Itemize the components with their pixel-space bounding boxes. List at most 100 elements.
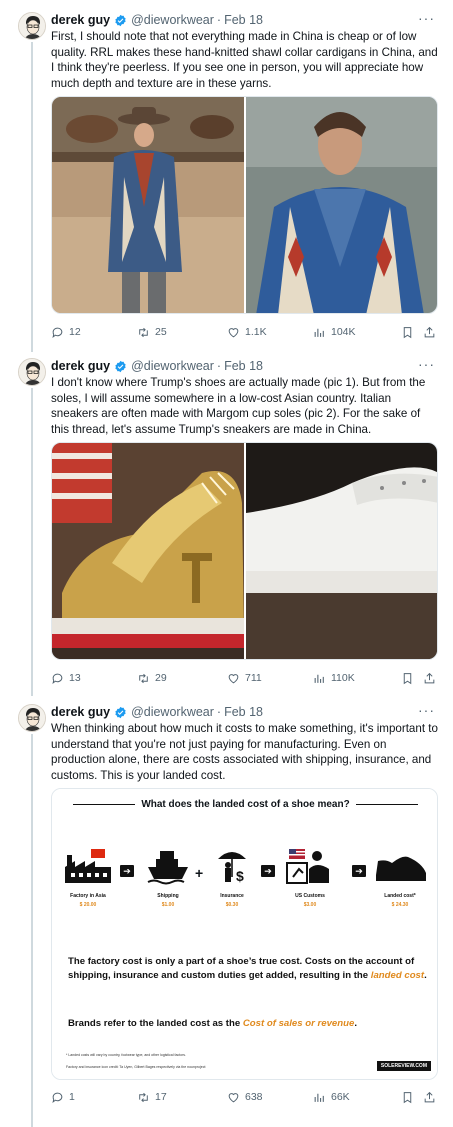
verified-badge-icon	[115, 706, 126, 718]
insurance-icon: $	[218, 852, 246, 884]
bookmark-button[interactable]	[401, 670, 414, 686]
infographic-paragraph-2: Brands refer to the landed cost as the C…	[68, 1017, 428, 1031]
source-tag: SOLEREVIEW.COM	[376, 1061, 431, 1071]
views-button[interactable]: 110K	[313, 670, 355, 686]
tweet-text: When thinking about how much it costs to…	[51, 722, 438, 782]
ship-icon	[147, 851, 188, 885]
reply-button[interactable]: 13	[51, 670, 81, 686]
stage-value: $ 24.30	[391, 902, 409, 908]
author-name[interactable]: derek guy	[51, 359, 110, 373]
reply-button[interactable]: 1	[51, 1089, 75, 1105]
views-icon	[314, 674, 324, 683]
retweet-icon	[139, 1092, 148, 1102]
para-highlight: landed cost	[370, 970, 425, 981]
avatar[interactable]	[18, 12, 46, 40]
para-text: The factory cost is only a part of a sho…	[68, 956, 415, 981]
author-name[interactable]: derek guy	[51, 705, 110, 719]
like-icon	[228, 1092, 239, 1102]
more-icon[interactable]: ···	[418, 11, 435, 25]
views-icon	[314, 1093, 324, 1102]
infographic-paragraph-1: The factory cost is only a part of a sho…	[68, 955, 428, 983]
stage-shipping: Shipping $1.00	[138, 847, 198, 908]
title-rule	[355, 803, 418, 805]
tweet-media[interactable]: What does the landed cost of a shoe mean…	[51, 788, 438, 1080]
views-button[interactable]: 104K	[313, 324, 356, 340]
stage-label: Landed cost*	[384, 893, 416, 899]
reply-icon	[52, 1092, 63, 1103]
retweet-count: 29	[155, 672, 167, 684]
retweet-button[interactable]: 29	[137, 670, 167, 686]
bookmark-icon	[403, 326, 412, 338]
retweet-button[interactable]: 25	[137, 324, 167, 340]
stage-label: Factory in Asia	[70, 893, 106, 899]
like-icon	[228, 327, 239, 337]
views-button[interactable]: 66K	[313, 1089, 350, 1105]
tweet-text: First, I should note that not everything…	[51, 30, 438, 90]
retweet-icon	[139, 327, 148, 337]
tweet-date[interactable]: Feb 18	[224, 359, 263, 373]
photo-sneaker-pair	[52, 443, 437, 659]
reply-count: 13	[69, 672, 81, 684]
reply-icon	[52, 673, 63, 684]
separator-dot: ·	[216, 705, 222, 719]
stage-customs: US Customs $3.00	[280, 847, 340, 908]
like-button[interactable]: 711	[227, 670, 262, 686]
verified-badge-icon	[115, 14, 126, 26]
tweet-date[interactable]: Feb 18	[224, 13, 263, 27]
stage-insurance: $ Insurance $0.30	[202, 847, 262, 908]
svg-text:$: $	[236, 868, 244, 884]
bookmark-icon	[403, 1091, 412, 1103]
more-icon[interactable]: ···	[418, 703, 435, 717]
author-handle[interactable]: @dieworkwear	[131, 359, 214, 373]
tweet-date[interactable]: Feb 18	[224, 705, 263, 719]
reply-button[interactable]: 12	[51, 324, 81, 340]
share-button[interactable]	[423, 324, 436, 340]
stage-landed-cost: Landed cost* $ 24.30	[370, 847, 430, 908]
share-button[interactable]	[423, 670, 436, 686]
title-rule	[73, 803, 136, 805]
reply-count: 1	[69, 1091, 75, 1103]
author-name[interactable]: derek guy	[51, 13, 110, 27]
separator-dot: ·	[216, 359, 222, 373]
like-count: 1.1K	[245, 326, 267, 338]
shoe-icon	[376, 856, 426, 881]
bookmark-button[interactable]	[401, 324, 414, 340]
author-handle[interactable]: @dieworkwear	[131, 13, 214, 27]
tweet-media[interactable]	[51, 96, 438, 314]
infographic-title-text: What does the landed cost of a shoe mean…	[141, 799, 350, 810]
photo-cardigan-pair	[52, 97, 437, 313]
landed-cost-infographic: What does the landed cost of a shoe mean…	[52, 789, 437, 1079]
like-button[interactable]: 1.1K	[227, 324, 267, 340]
para-highlight: Cost of sales or revenue	[242, 1018, 355, 1029]
more-icon[interactable]: ···	[418, 357, 435, 371]
retweet-button[interactable]: 17	[137, 1089, 167, 1105]
tweet-media[interactable]	[51, 442, 438, 660]
stage-label: US Customs	[295, 893, 325, 899]
tweet-actions: 1 17 638 66K	[51, 1089, 438, 1105]
arrow-right-icon: ➔	[261, 865, 275, 877]
share-icon	[424, 1091, 435, 1102]
verified-badge-icon	[115, 360, 126, 372]
stage-value: $1.00	[161, 902, 175, 908]
avatar[interactable]	[18, 358, 46, 386]
like-count: 711	[245, 672, 262, 684]
bookmark-icon	[403, 672, 412, 684]
para-text: Brands refer to the landed cost as the	[68, 1018, 243, 1029]
share-button[interactable]	[423, 1089, 436, 1105]
avatar[interactable]	[18, 704, 46, 732]
tweet-actions: 12 25 1.1K 104K	[51, 324, 438, 340]
like-button[interactable]: 638	[227, 1089, 263, 1105]
infographic-title: What does the landed cost of a shoe mean…	[52, 799, 437, 810]
stage-factory: Factory in Asia $ 20.00	[58, 847, 118, 908]
para-text: .	[424, 970, 427, 981]
infographic-footnote: * Landed costs will vary by country, foo…	[66, 1053, 186, 1057]
arrow-right-icon: ➔	[120, 865, 134, 877]
author-handle[interactable]: @dieworkwear	[131, 705, 214, 719]
share-icon	[424, 672, 435, 683]
bookmark-button[interactable]	[401, 1089, 414, 1105]
stage-value: $3.00	[303, 902, 317, 908]
retweet-count: 25	[155, 326, 167, 338]
customs-icon	[286, 849, 329, 884]
views-icon	[314, 328, 324, 337]
like-icon	[228, 673, 239, 683]
